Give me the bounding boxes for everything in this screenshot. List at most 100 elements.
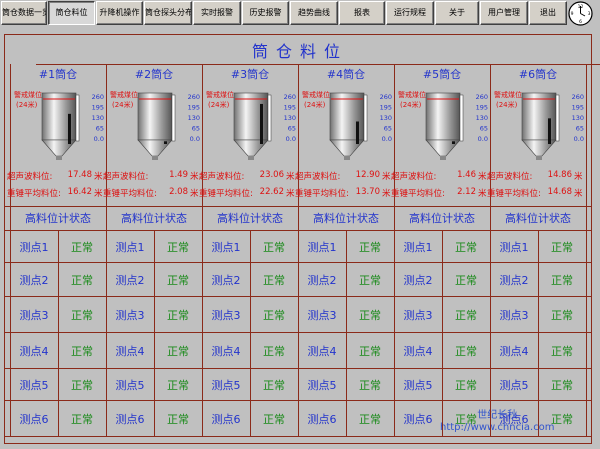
silo-2-scale-label: 65 <box>192 125 200 133</box>
silo-2-ultra-label: 超声波料位: <box>103 172 149 182</box>
nav-button-12[interactable]: 退出 <box>529 1 567 25</box>
silo-6-scale-label: 130 <box>572 114 584 122</box>
silo-2-hammer-label: 重锤平均料位: <box>103 189 157 199</box>
silo-1-point-1-status: 正常 <box>71 241 93 254</box>
nav-button-11[interactable]: 用户管理 <box>480 1 528 25</box>
silo-3-ultra-value: 23.06 <box>259 170 284 180</box>
silo-5-scale-label: 130 <box>476 114 488 122</box>
nav-button-2[interactable]: 筒仓料位 <box>48 1 95 25</box>
silo-6-point-5-status: 正常 <box>551 379 573 392</box>
silo-5-point-4-status: 正常 <box>455 345 477 358</box>
grid-vline-mid <box>154 230 155 436</box>
silo-6-scale <box>555 94 560 142</box>
silo-5-hammer-label: 重锤平均料位: <box>391 189 445 199</box>
silo-2-point-6-status: 正常 <box>167 413 189 426</box>
silo-6-point-3-status: 正常 <box>551 309 573 322</box>
nav-button-1[interactable]: 筒仓数据一览 <box>1 1 47 25</box>
silo-2-point-3-status: 正常 <box>167 309 189 322</box>
silo-1-point-4-status: 正常 <box>71 345 93 358</box>
nav-button-5[interactable]: 实时报警 <box>193 1 241 25</box>
silo-4-ultra-value: 12.90 <box>355 170 380 180</box>
silo-5-scale-label: 260 <box>476 93 488 101</box>
silo-4-status-header: 高料位计状态 <box>313 212 379 225</box>
silo-6-level-bar <box>548 118 551 144</box>
grid-vline-mid <box>442 230 443 436</box>
silo-6-scale-label: 260 <box>572 93 584 101</box>
nav-button-6[interactable]: 历史报警 <box>242 1 289 25</box>
silo-5-ultra-label: 超声波料位: <box>391 172 437 182</box>
clock-number-6: 6 <box>579 19 582 25</box>
silo-1-point-6-label: 测点6 <box>19 413 49 426</box>
silo-2-scale-label: 260 <box>188 93 200 101</box>
silo-3-scale-label: 130 <box>284 114 296 122</box>
nav-button-4[interactable]: 筒仓探头分布 <box>144 1 192 25</box>
silo-1-point-4-label: 测点4 <box>19 345 49 358</box>
silo-1-hammer-label: 重锤平均料位: <box>7 189 61 199</box>
nav-button-10[interactable]: 关于 <box>435 1 479 25</box>
silo-1-point-5-label: 测点5 <box>19 379 49 392</box>
silo-5-point-3-label: 测点3 <box>403 309 433 322</box>
silo-5-scale-label: 0.0 <box>478 135 488 143</box>
silo-5-point-2-status: 正常 <box>455 274 477 287</box>
silo-2-name: #2筒仓 <box>134 68 174 81</box>
silo-5-point-5-status: 正常 <box>455 379 477 392</box>
silo-4-level-bar <box>356 121 359 144</box>
grid-hline <box>36 64 600 65</box>
silo-1-point-6-status: 正常 <box>71 413 93 426</box>
silo-4-point-5-status: 正常 <box>359 379 381 392</box>
silo-3-point-6-status: 正常 <box>263 413 285 426</box>
silo-1-ultra-value: 17.48 <box>67 170 92 180</box>
silo-3-name: #3筒仓 <box>230 68 270 81</box>
silo-6-scale-label: 0.0 <box>574 135 584 143</box>
silo-5-level-bar <box>452 141 455 144</box>
silo-1-warn-height: (24米) <box>16 101 38 109</box>
silo-3-point-5-label: 测点5 <box>211 379 241 392</box>
silo-2-point-4-label: 测点4 <box>115 345 145 358</box>
silo-3-warn-label: 警戒煤位 <box>206 91 234 99</box>
silo-3-point-2-label: 测点2 <box>211 274 241 287</box>
silo-4-point-6-status: 正常 <box>359 413 381 426</box>
silo-2-ultra-value: 1.49 <box>169 170 188 180</box>
silo-6-point-4-label: 测点4 <box>499 345 529 358</box>
silo-4-point-4-label: 测点4 <box>307 345 337 358</box>
grid-vline <box>586 64 587 436</box>
silo-3-hammer-unit: 米 <box>286 189 295 199</box>
silo-4-scale-label: 195 <box>380 104 392 112</box>
silo-1-point-2-label: 测点2 <box>19 274 49 287</box>
nav-button-8[interactable]: 报表 <box>339 1 385 25</box>
silo-6-point-2-label: 测点2 <box>499 274 529 287</box>
silo-3-level-bar <box>260 103 263 144</box>
silo-2-ultra-unit: 米 <box>190 172 199 182</box>
silo-6-point-4-status: 正常 <box>551 345 573 358</box>
silo-2-scale <box>171 94 176 142</box>
silo-3-scale-label: 195 <box>284 104 296 112</box>
silo-3-hammer-value: 22.62 <box>259 187 284 197</box>
silo-5-scale <box>459 94 464 142</box>
nav-button-9[interactable]: 运行规程 <box>386 1 434 25</box>
silo-4-scale-label: 65 <box>384 125 392 133</box>
silo-2-scale-label: 195 <box>188 104 200 112</box>
silo-5-hammer-unit: 米 <box>478 189 487 199</box>
silo-6-ultra-unit: 米 <box>574 172 583 182</box>
silo-3-point-3-status: 正常 <box>263 309 285 322</box>
silo-5-point-3-status: 正常 <box>455 309 477 322</box>
nav-button-3[interactable]: 升降机操作 <box>96 1 143 25</box>
silo-2-status-header: 高料位计状态 <box>121 212 187 225</box>
silo-5-hammer-value: 2.12 <box>457 187 476 197</box>
silo-3-point-5-status: 正常 <box>263 379 285 392</box>
silo-3-scale-label: 260 <box>284 93 296 101</box>
silo-1-level-bar <box>68 113 71 144</box>
silo-3-point-3-label: 测点3 <box>211 309 241 322</box>
silo-6-hammer-unit: 米 <box>574 189 583 199</box>
silo-4-point-6-label: 测点6 <box>307 413 337 426</box>
silo-6-point-5-label: 测点5 <box>499 379 529 392</box>
nav-button-7[interactable]: 趋势曲线 <box>290 1 338 25</box>
silo-4-point-2-label: 测点2 <box>307 274 337 287</box>
silo-5-ultra-value: 1.46 <box>457 170 476 180</box>
silo-4-hammer-label: 重锤平均料位: <box>295 189 349 199</box>
silo-6-scale-label: 195 <box>572 104 584 112</box>
grid-vline-mid <box>250 230 251 436</box>
silo-1-hammer-unit: 米 <box>94 189 103 199</box>
silo-4-scale <box>363 94 368 142</box>
silo-1-ultra-label: 超声波料位: <box>7 172 53 182</box>
